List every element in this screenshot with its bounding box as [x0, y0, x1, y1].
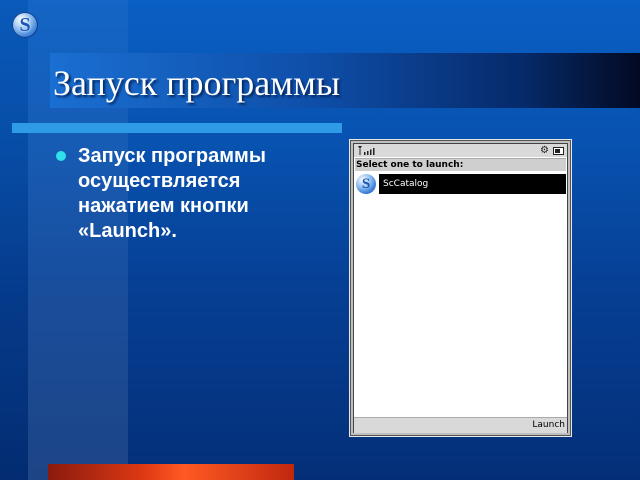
- scatalog-logo-icon: S: [356, 174, 376, 194]
- phone-emulator: ⚙ Select one to launch: S ScCatalog Laun…: [349, 139, 572, 437]
- bullet-text: Запуск программы осуществляется нажатием…: [78, 145, 266, 242]
- gear-icon: ⚙: [540, 145, 549, 156]
- app-icon-letter: S: [361, 175, 371, 192]
- logo-letter: S: [19, 13, 31, 36]
- logo-icon: S: [12, 12, 38, 38]
- signal-icon: [358, 146, 375, 155]
- launch-softkey[interactable]: Launch: [532, 418, 565, 433]
- battery-icon: [553, 147, 564, 155]
- status-bar: ⚙: [354, 144, 567, 157]
- accent-bar: [12, 123, 342, 133]
- page-title: Запуск программы: [53, 63, 341, 103]
- background-stripe-left: [0, 0, 28, 480]
- bullet-icon: [56, 151, 66, 161]
- softkey-bar: Launch: [354, 417, 567, 433]
- launcher-header: Select one to launch:: [355, 158, 566, 171]
- list-item-label[interactable]: ScCatalog: [379, 174, 566, 194]
- phone-screen: ⚙ Select one to launch: S ScCatalog Laun…: [353, 143, 568, 433]
- list-item[interactable]: S ScCatalog: [355, 173, 566, 195]
- bottom-accent-bar: [48, 464, 294, 480]
